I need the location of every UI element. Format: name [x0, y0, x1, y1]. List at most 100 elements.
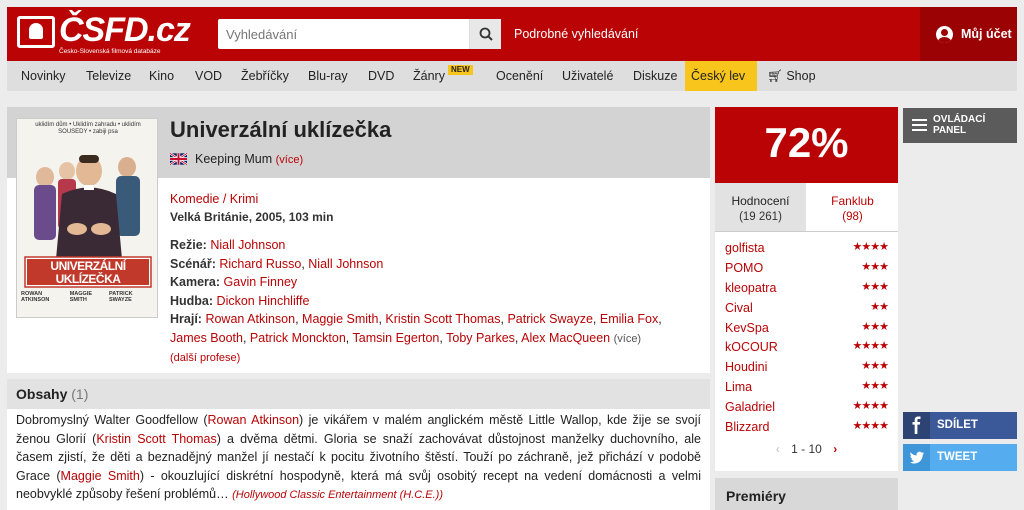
- account-button[interactable]: Můj účet: [920, 7, 1017, 61]
- nav-item-shop[interactable]: 🛒︎ Shop: [761, 61, 822, 91]
- genre-link[interactable]: Komedie: [170, 192, 219, 206]
- facebook-icon: [903, 412, 930, 439]
- person-link[interactable]: Alex MacQueen: [521, 331, 610, 345]
- stars-icon: ★★★: [861, 321, 889, 333]
- cast-more-link[interactable]: (více): [614, 333, 642, 345]
- premieres-heading[interactable]: Premiéry: [715, 478, 898, 510]
- film-panel: uklidím dům • Uklidím zahradu • uklidím …: [7, 107, 710, 373]
- user-link[interactable]: kOCOUR: [725, 340, 778, 354]
- account-label: Můj účet: [961, 27, 1012, 41]
- rating-box: 72%: [715, 107, 898, 183]
- chevron-left-icon[interactable]: ‹: [776, 442, 780, 456]
- person-link[interactable]: Niall Johnson: [308, 257, 383, 271]
- user-link[interactable]: Galadriel: [725, 400, 775, 414]
- rating-row: Blizzard ★★★★: [725, 418, 889, 438]
- more-roles-link[interactable]: (další profese): [170, 352, 240, 364]
- user-link[interactable]: KevSpa: [725, 321, 769, 335]
- control-panel-button[interactable]: OVLÁDACÍ PANEL: [903, 108, 1017, 143]
- synopsis-count: (1): [71, 386, 89, 402]
- person-link[interactable]: Emilia Fox: [600, 312, 658, 326]
- person-link[interactable]: Patrick Monckton: [250, 331, 346, 345]
- credit-label: Hrají:: [170, 312, 202, 326]
- search-input[interactable]: [218, 19, 468, 49]
- chevron-right-icon[interactable]: ›: [833, 442, 837, 456]
- search-button[interactable]: [469, 19, 501, 49]
- tab-ratings[interactable]: Hodnocení (19 261): [715, 183, 806, 231]
- synopsis-text: Dobromyslný Walter Goodfellow (Rowan Atk…: [16, 411, 701, 505]
- site-logo[interactable]: ČSFD.cz Česko-Slovenská filmová databáze: [15, 11, 191, 56]
- credit-label: Režie:: [170, 238, 207, 252]
- person-link[interactable]: Kristin Scott Thomas: [96, 432, 216, 446]
- nav-item-televize[interactable]: Televize: [80, 61, 137, 91]
- uk-flag-icon: [170, 153, 187, 165]
- person-link[interactable]: Tamsin Egerton: [353, 331, 440, 345]
- nav-item-novinky[interactable]: Novinky: [15, 61, 71, 91]
- nav-item-zebricky[interactable]: Žebříčky: [235, 61, 295, 91]
- rating-row: Lima ★★★: [725, 378, 889, 398]
- user-link[interactable]: Houdini: [725, 360, 767, 374]
- synopsis-source-link[interactable]: (Hollywood Classic Entertainment (H.C.E.…: [232, 489, 443, 501]
- stars-icon: ★★: [870, 301, 889, 313]
- stars-icon: ★★★★: [852, 400, 889, 412]
- credit-label: Kamera:: [170, 275, 221, 289]
- poster-title-line2: UKLÍZEČKA: [55, 272, 121, 286]
- user-link[interactable]: Cival: [725, 301, 753, 315]
- genre-link[interactable]: Krimi: [230, 192, 258, 206]
- alt-title-more-link[interactable]: (více): [276, 154, 304, 166]
- nav-item-diskuze[interactable]: Diskuze: [627, 61, 683, 91]
- nav-item-bluray[interactable]: Blu-ray: [302, 61, 354, 91]
- person-link[interactable]: Dickon Hinchliffe: [217, 294, 310, 308]
- user-link[interactable]: golfista: [725, 241, 765, 255]
- ratings-list: golfista ★★★★ POMO ★★★ kleopatra ★★★ Cival ★…: [715, 231, 898, 471]
- person-link[interactable]: Maggie Smith: [61, 469, 140, 483]
- header-bar: ČSFD.cz Česko-Slovenská filmová databáze…: [7, 7, 1017, 61]
- person-link[interactable]: Toby Parkes: [446, 331, 515, 345]
- search-icon: [479, 27, 493, 41]
- advanced-search-link[interactable]: Podrobné vyhledávání: [514, 27, 638, 41]
- person-link[interactable]: Rowan Atkinson: [207, 413, 299, 427]
- person-link[interactable]: Patrick Swayze: [507, 312, 592, 326]
- facebook-share-button[interactable]: SDÍLET: [903, 412, 1017, 439]
- stars-icon: ★★★★: [852, 340, 889, 352]
- person-link[interactable]: Rowan Atkinson: [205, 312, 295, 326]
- rating-row: KevSpa ★★★: [725, 319, 889, 339]
- alt-title: Keeping Mum: [195, 152, 273, 166]
- nav-item-zanry[interactable]: Žánry: [407, 61, 451, 91]
- person-link[interactable]: Gavin Finney: [224, 275, 298, 289]
- tab-fanclub[interactable]: Fanklub (98): [807, 183, 898, 231]
- person-link[interactable]: Richard Russo: [219, 257, 301, 271]
- nav-item-kino[interactable]: Kino: [143, 61, 180, 91]
- person-link[interactable]: Niall Johnson: [210, 238, 285, 252]
- user-link[interactable]: Lima: [725, 380, 752, 394]
- tweet-label: TWEET: [937, 451, 978, 463]
- twitter-share-button[interactable]: TWEET: [903, 444, 1017, 471]
- rating-row: Cival ★★: [725, 299, 889, 319]
- new-badge: NEW: [448, 65, 473, 75]
- nav-item-cesky-lev[interactable]: Český lev: [685, 61, 757, 91]
- nav-item-dvd[interactable]: DVD: [362, 61, 400, 91]
- credit-label: Scénář:: [170, 256, 216, 271]
- person-link[interactable]: James Booth: [170, 331, 243, 345]
- nav-item-uzivatele[interactable]: Uživatelé: [556, 61, 619, 91]
- person-link[interactable]: Kristin Scott Thomas: [385, 312, 500, 326]
- rating-row: Houdini ★★★: [725, 358, 889, 378]
- credit-label: Hudba:: [170, 293, 214, 308]
- site-header: ČSFD.cz Česko-Slovenská filmová databáze…: [0, 0, 1024, 61]
- poster-name: PATRICK SWAYZE: [109, 291, 133, 303]
- poster-names: ROWAN ATKINSON MAGGIE SMITH PATRICK SWAY…: [21, 291, 155, 303]
- user-link[interactable]: Blizzard: [725, 420, 769, 434]
- nav-item-oceneni[interactable]: Ocenění: [490, 61, 549, 91]
- film-origin: Velká Británie, 2005, 103 min: [170, 210, 334, 224]
- control-panel-line: OVLÁDACÍ: [933, 114, 986, 125]
- user-link[interactable]: POMO: [725, 261, 763, 275]
- control-panel-line: PANEL: [933, 125, 967, 136]
- stars-icon: ★★★: [861, 261, 889, 273]
- rating-row: golfista ★★★★: [725, 239, 889, 259]
- poster-name: MAGGIE SMITH: [69, 291, 93, 303]
- user-link[interactable]: kleopatra: [725, 281, 776, 295]
- stars-icon: ★★★: [861, 380, 889, 392]
- person-link[interactable]: Maggie Smith: [302, 312, 378, 326]
- twitter-bird-icon: [903, 444, 930, 471]
- film-poster[interactable]: uklidím dům • Uklidím zahradu • uklidím …: [16, 118, 158, 318]
- nav-item-vod[interactable]: VOD: [189, 61, 228, 91]
